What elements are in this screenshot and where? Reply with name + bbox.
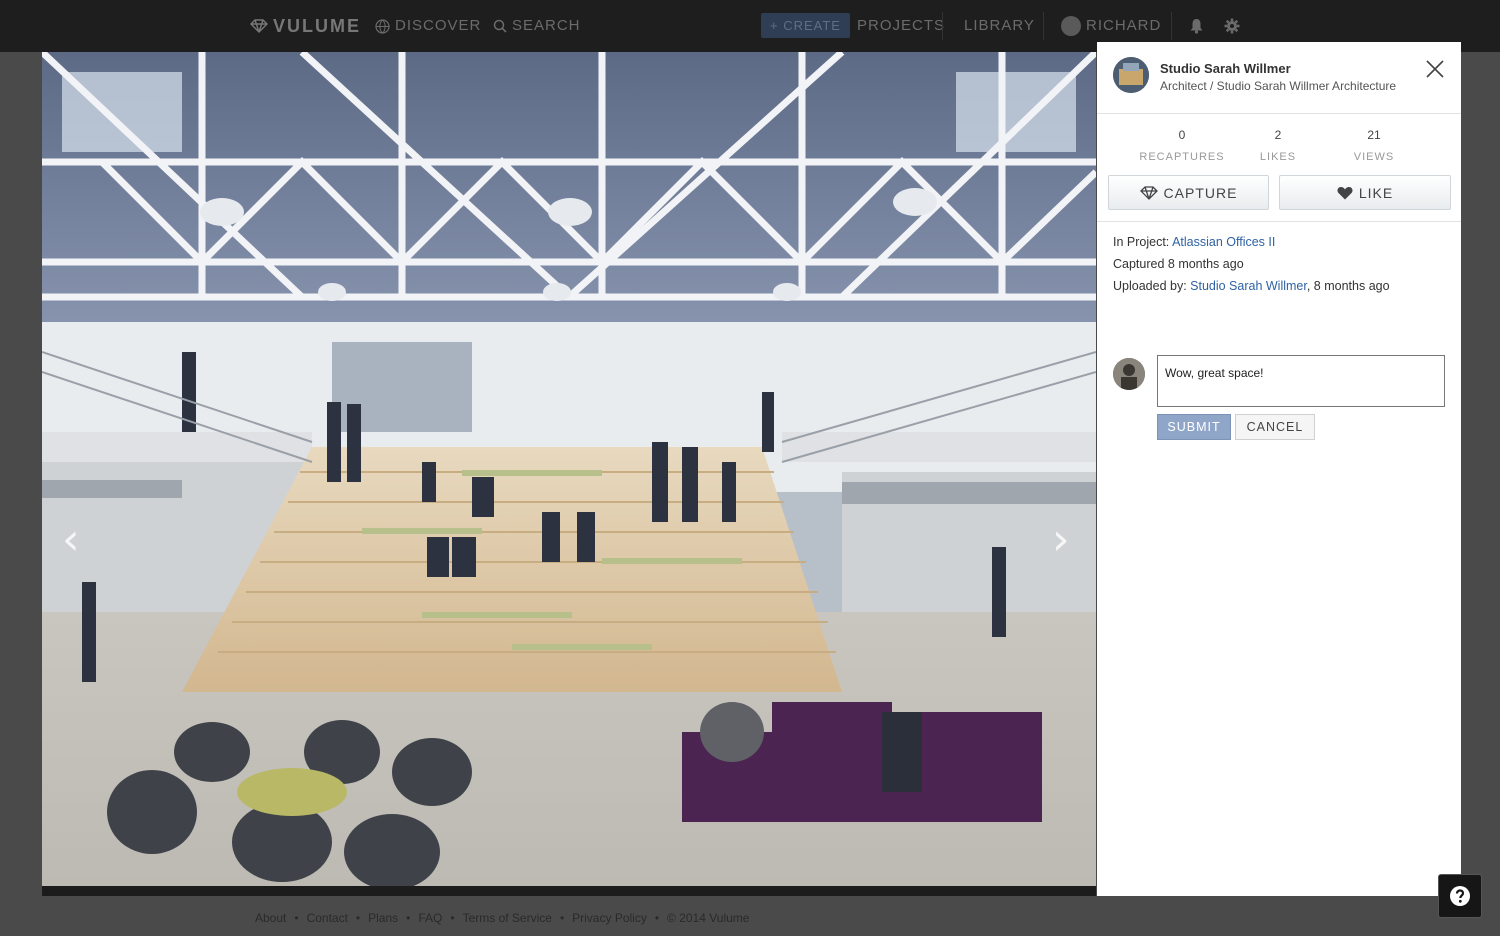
chevron-right-icon: › — [1052, 514, 1070, 565]
cancel-button[interactable]: CANCEL — [1235, 414, 1315, 440]
create-button[interactable]: + CREATE — [761, 13, 850, 38]
like-label: LIKE — [1358, 184, 1394, 201]
footer-separator: • — [355, 911, 361, 925]
capture-button[interactable]: CAPTURE — [1108, 175, 1269, 210]
panel-divider — [1097, 221, 1461, 222]
uploaded-prefix: Uploaded by: — [1113, 279, 1191, 293]
nav-discover-label: DISCOVER — [395, 17, 482, 34]
stat-views-label: VIEWS — [1353, 151, 1395, 163]
footer-separator: • — [654, 911, 660, 925]
viewer-bottom-bar — [42, 886, 1096, 896]
stat-recaptures: 0 RECAPTURES — [1127, 128, 1237, 163]
photo-image — [42, 52, 1096, 886]
footer-copyright: © 2014 Vulume — [667, 911, 750, 925]
panel-header: Studio Sarah Willmer Architect / Studio … — [1097, 42, 1461, 114]
close-icon — [1426, 60, 1444, 78]
stat-views: 21 VIEWS — [1319, 128, 1429, 163]
user-avatar — [1061, 16, 1081, 36]
nav-projects[interactable]: PROJECTS — [857, 0, 945, 52]
footer-separator: • — [406, 911, 411, 925]
like-button[interactable]: LIKE — [1279, 175, 1451, 210]
help-icon — [1450, 886, 1470, 906]
footer-link-faq[interactable]: FAQ — [418, 911, 442, 925]
footer-separator: • — [450, 911, 455, 925]
diamond-logo-icon — [250, 19, 268, 33]
author-role: Architect / Studio Sarah Willmer Archite… — [1160, 79, 1397, 93]
project-info: In Project: Atlassian Offices II — [1113, 235, 1275, 249]
stat-recaptures-value: 0 — [1178, 128, 1186, 142]
submit-button[interactable]: SUBMIT — [1157, 414, 1231, 440]
close-button[interactable] — [1423, 57, 1447, 81]
uploaded-info: Uploaded by: Studio Sarah Willmer, 8 mon… — [1113, 279, 1390, 293]
nav-search-label: SEARCH — [512, 17, 581, 34]
footer-separator: • — [559, 911, 565, 925]
uploaded-suffix: , 8 months ago — [1306, 279, 1390, 293]
footer-links: About • Contact • Plans • FAQ • Terms of Ser… — [255, 911, 749, 925]
help-button[interactable] — [1438, 874, 1482, 918]
stat-recaptures-label: RECAPTURES — [1139, 151, 1225, 163]
heart-icon — [1337, 186, 1353, 199]
footer-link-privacy[interactable]: Privacy Policy — [572, 911, 647, 925]
nav-divider — [1171, 12, 1172, 40]
commenter-avatar — [1113, 358, 1145, 390]
photo-viewer: ‹ › — [42, 52, 1096, 886]
footer-separator: • — [294, 911, 299, 925]
captured-info: Captured 8 months ago — [1113, 257, 1244, 271]
nav-discover[interactable]: DISCOVER — [375, 0, 481, 52]
footer-link-about[interactable]: About — [255, 911, 286, 925]
globe-icon — [375, 18, 390, 34]
author-name[interactable]: Studio Sarah Willmer — [1160, 61, 1291, 76]
comment-input[interactable]: Wow, great space! — [1157, 355, 1445, 407]
nav-divider — [1043, 12, 1044, 40]
bell-icon — [1190, 19, 1203, 34]
nav-search[interactable]: SEARCH — [493, 0, 581, 52]
capture-label: CAPTURE — [1163, 184, 1238, 201]
stat-likes: 2 LIKES — [1223, 128, 1333, 163]
photo-details-panel: Studio Sarah Willmer Architect / Studio … — [1097, 42, 1461, 896]
logo-text: VULUME — [273, 16, 361, 36]
author-avatar[interactable] — [1113, 57, 1149, 93]
footer-link-plans[interactable]: Plans — [368, 911, 398, 925]
nav-divider — [942, 12, 943, 40]
previous-photo-arrow[interactable]: ‹ — [62, 514, 80, 565]
gear-icon — [1224, 18, 1240, 34]
stat-views-value: 21 — [1367, 128, 1381, 142]
next-photo-arrow[interactable]: › — [1052, 514, 1070, 565]
footer-link-contact[interactable]: Contact — [307, 911, 348, 925]
project-prefix: In Project: — [1113, 235, 1173, 249]
footer-link-terms[interactable]: Terms of Service — [463, 911, 552, 925]
stat-likes-value: 2 — [1274, 128, 1282, 142]
diamond-capture-icon — [1139, 185, 1158, 200]
stat-likes-label: LIKES — [1259, 151, 1297, 163]
chevron-left-icon: ‹ — [62, 514, 80, 565]
nav-library[interactable]: LIBRARY — [964, 0, 1035, 52]
search-icon — [493, 19, 507, 33]
logo-link[interactable]: VULUME — [250, 0, 361, 52]
project-link[interactable]: Atlassian Offices II — [1172, 235, 1275, 249]
uploader-link[interactable]: Studio Sarah Willmer — [1190, 279, 1307, 293]
